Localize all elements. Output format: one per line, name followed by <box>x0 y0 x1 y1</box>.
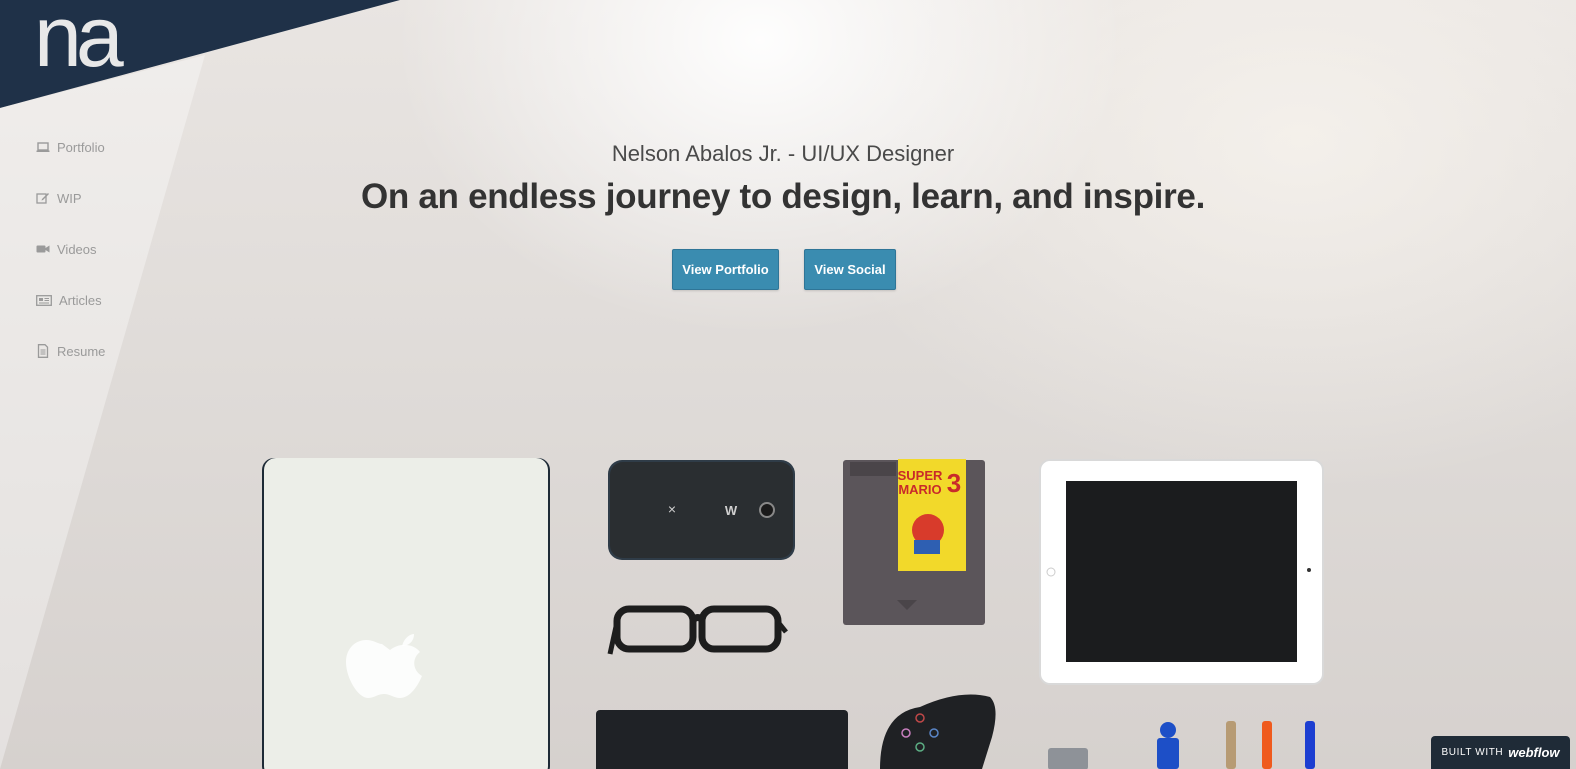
newspaper-icon <box>36 295 52 306</box>
hero-headline: On an endless journey to design, learn, … <box>360 177 1206 216</box>
nav-item-resume[interactable]: Resume <box>36 340 105 362</box>
cartridge-subtitle: MARIO <box>898 482 941 497</box>
badge-prefix: BUILT WITH <box>1441 747 1504 758</box>
svg-text:×: × <box>668 501 676 517</box>
laptop-image <box>262 458 550 769</box>
webflow-badge[interactable]: BUILT WITH webflow <box>1431 736 1570 769</box>
video-camera-icon <box>36 245 50 253</box>
pen-blue-image <box>1305 721 1315 769</box>
lego-figure-image <box>1157 722 1179 769</box>
gadget-image <box>1048 748 1088 769</box>
view-social-button[interactable]: View Social <box>804 249 896 290</box>
game-controller-image <box>880 694 996 769</box>
nav-label: Articles <box>59 292 102 308</box>
pen-orange-image <box>1262 721 1272 769</box>
glasses-image <box>607 605 788 655</box>
nav-item-videos[interactable]: Videos <box>36 238 105 260</box>
hero-subtitle: Nelson Abalos Jr. - UI/UX Designer <box>611 141 955 166</box>
nav-label: Resume <box>57 343 106 359</box>
cartridge-number: 3 <box>947 468 961 498</box>
apple-logo-icon <box>346 640 422 698</box>
view-portfolio-button[interactable]: View Portfolio <box>672 249 779 290</box>
site-logo[interactable]: na <box>34 0 124 80</box>
document-icon <box>37 344 49 358</box>
pen-tan-image <box>1226 721 1236 769</box>
nav-item-articles[interactable]: Articles <box>36 289 105 311</box>
game-cartridge-image: SUPER MARIO 3 <box>843 459 985 625</box>
desk-items-illustration: × W SUPER MARIO 3 <box>262 458 1324 769</box>
notebook-image <box>596 710 848 769</box>
svg-text:W: W <box>725 503 738 518</box>
hero-heading-block: Nelson Abalos Jr. - UI/UX Designer On an… <box>0 141 1566 217</box>
tablet-image <box>1039 459 1324 685</box>
cartridge-title: SUPER <box>898 468 943 483</box>
nav-label: Videos <box>57 241 97 257</box>
phone-image: × W <box>608 460 795 560</box>
badge-brand: webflow <box>1508 745 1560 760</box>
